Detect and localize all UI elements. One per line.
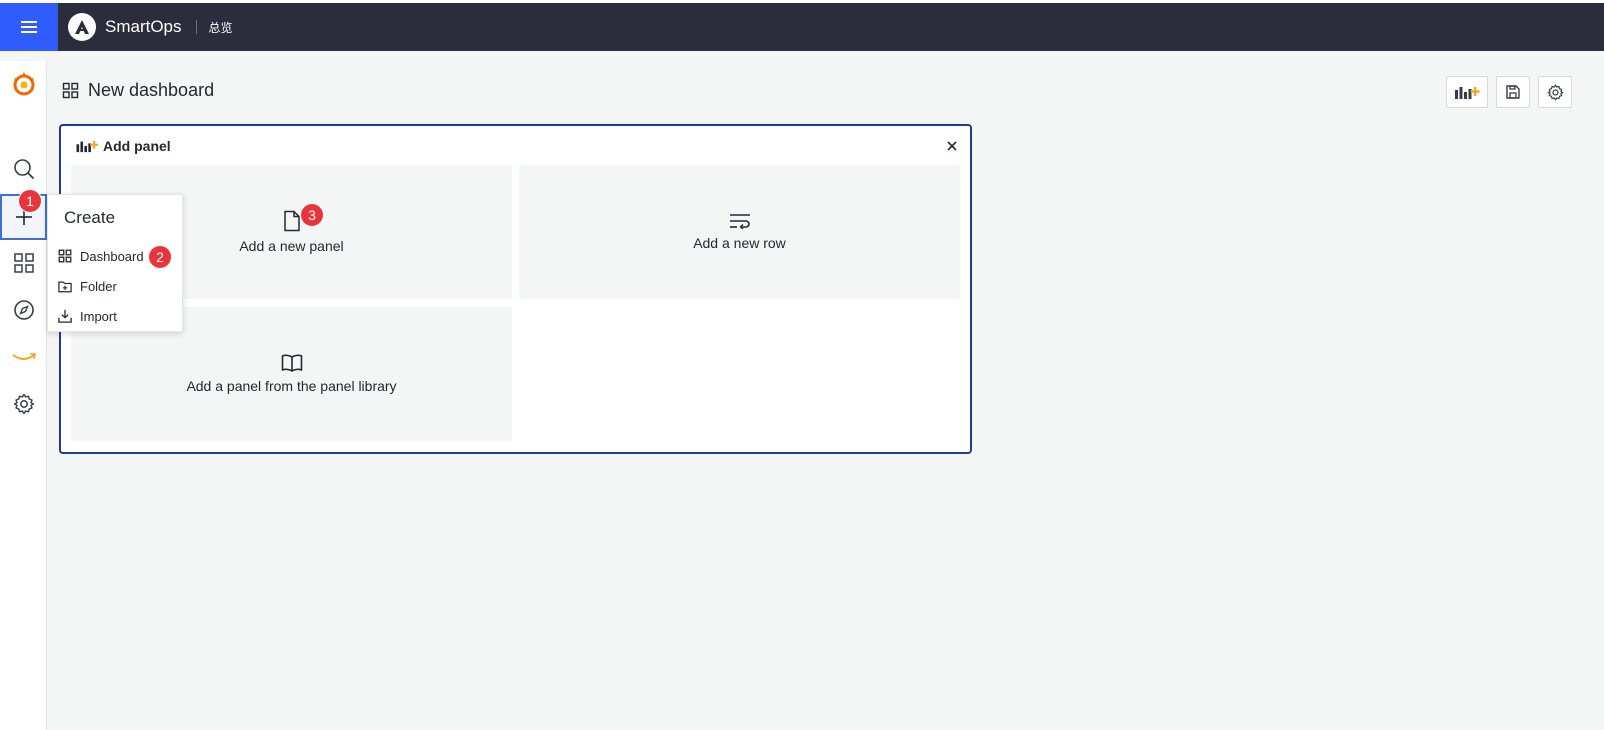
dashboard-header: New dashboard xyxy=(62,80,214,101)
step-badge-1: 1 xyxy=(18,189,42,213)
save-icon xyxy=(1506,85,1520,99)
close-icon xyxy=(947,141,957,151)
dashboard-title[interactable]: New dashboard xyxy=(88,80,214,101)
search-icon[interactable] xyxy=(11,156,37,182)
add-new-row-label: Add a new row xyxy=(693,235,786,251)
book-open-icon xyxy=(281,354,302,372)
row-wrap-icon xyxy=(729,214,750,229)
step-badge-2: 2 xyxy=(148,245,172,269)
step-badge-3: 3 xyxy=(300,203,324,227)
explore-icon[interactable] xyxy=(11,297,37,323)
brand[interactable]: SmartOps 总览 xyxy=(68,13,233,41)
dashboards-icon[interactable] xyxy=(11,250,37,276)
brand-subtitle[interactable]: 总览 xyxy=(209,19,233,36)
hamburger-menu-button[interactable] xyxy=(0,3,58,51)
add-panel-toolbar-button[interactable] xyxy=(1446,76,1488,108)
brand-name: SmartOps xyxy=(105,17,182,36)
add-library-panel-label: Add a panel from the panel library xyxy=(186,378,397,394)
create-menu-dashboard-label: Dashboard xyxy=(80,248,144,264)
dashboard-settings-button[interactable] xyxy=(1538,76,1572,108)
new-file-icon xyxy=(283,210,300,232)
left-sidebar xyxy=(0,61,47,730)
top-stripe xyxy=(0,0,1604,3)
brand-separator xyxy=(195,20,197,34)
smartops-logo-icon xyxy=(68,13,96,41)
amazon-icon[interactable] xyxy=(11,345,37,371)
folder-plus-icon xyxy=(58,281,72,292)
dashboards-icon xyxy=(58,249,72,263)
add-panel-icon xyxy=(76,140,99,153)
grafana-logo-icon[interactable] xyxy=(11,71,37,97)
add-panel-icon xyxy=(1455,87,1480,99)
create-menu-title: Create xyxy=(64,208,116,227)
add-new-row-tile[interactable]: Add a new row xyxy=(519,165,960,299)
hamburger-icon xyxy=(21,21,37,33)
create-menu-import[interactable]: Import xyxy=(58,303,180,329)
create-menu-folder-label: Folder xyxy=(80,278,117,294)
top-navigation-bar: SmartOps 总览 xyxy=(0,0,1604,51)
import-icon xyxy=(58,309,72,323)
create-menu-import-label: Import xyxy=(80,308,117,324)
save-dashboard-button[interactable] xyxy=(1496,76,1530,108)
add-panel-card: Add panel Add a new panel Add a new row … xyxy=(59,124,972,454)
create-menu-folder[interactable]: Folder xyxy=(58,273,180,299)
add-panel-title: Add panel xyxy=(103,138,171,154)
settings-gear-icon[interactable] xyxy=(11,391,37,417)
close-button[interactable] xyxy=(944,138,960,154)
add-new-panel-label: Add a new panel xyxy=(239,238,344,254)
dashboards-icon xyxy=(62,82,79,99)
settings-gear-icon xyxy=(1547,84,1563,100)
add-panel-header: Add panel xyxy=(75,138,171,154)
